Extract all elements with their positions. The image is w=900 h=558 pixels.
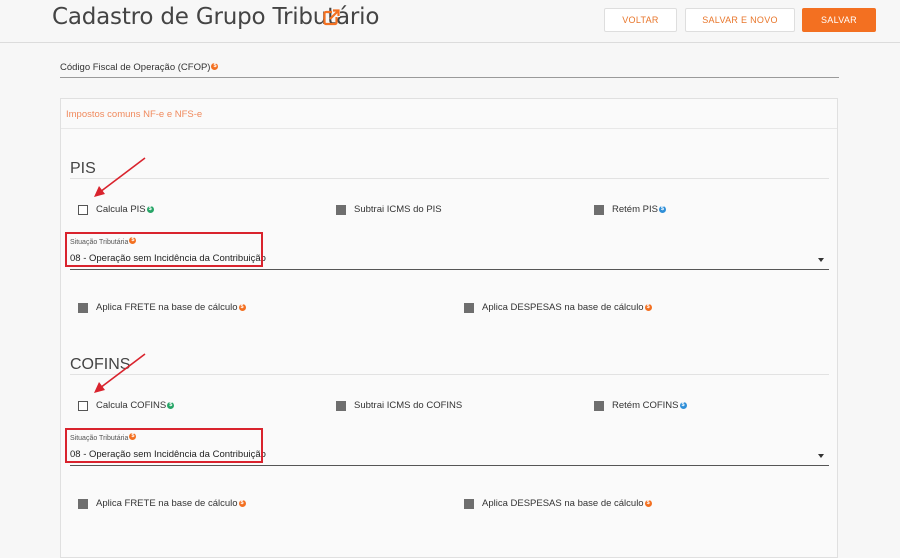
subtrai-icms-pis-label: Subtrai ICMS do PIS — [354, 204, 442, 215]
cfop-input[interactable] — [60, 77, 839, 78]
retem-pis-label: Retém PIS — [612, 204, 658, 215]
dollar-icon: $ — [238, 500, 246, 507]
calcula-cofins-label: Calcula COFINS — [96, 400, 167, 411]
salvar-button[interactable]: SALVAR — [802, 8, 876, 32]
cfop-label-text: Código Fiscal de Operação (CFOP) — [60, 62, 211, 73]
subtrai-icms-cofins-label: Subtrai ICMS do COFINS — [354, 400, 463, 411]
cofins-frete-label: Aplica FRETE na base de cálculo — [96, 498, 238, 509]
annotation-arrow-icon — [94, 157, 146, 197]
checkbox-checked-icon[interactable] — [78, 302, 88, 313]
checkbox-checked-icon[interactable] — [78, 498, 88, 509]
page-header: Cadastro de Grupo Tributário VOLTAR SALV… — [0, 0, 900, 43]
highlight-box-pis — [65, 232, 263, 267]
cofins-despesas-label: Aplica DESPESAS na base de cálculo — [482, 498, 644, 509]
retem-pis-checkbox[interactable]: Retém PIS $ — [594, 204, 666, 215]
checkbox-checked-icon[interactable] — [336, 400, 346, 411]
external-link-icon[interactable] — [323, 9, 340, 26]
annotation-arrow-icon — [94, 353, 146, 393]
cofins-divider — [70, 374, 829, 375]
retem-cofins-checkbox[interactable]: Retém COFINS $ — [594, 400, 687, 411]
subtrai-icms-cofins-checkbox[interactable]: Subtrai ICMS do COFINS — [336, 400, 462, 411]
pis-despesas-checkbox[interactable]: Aplica DESPESAS na base de cálculo $ — [464, 302, 652, 313]
pis-divider — [70, 178, 829, 179]
checkbox-checked-icon[interactable] — [336, 204, 346, 215]
cofins-situacao-underline — [70, 465, 829, 466]
taxes-panel-title: Impostos comuns NF-e e NFS-e — [66, 109, 203, 120]
pis-frete-checkbox[interactable]: Aplica FRETE na base de cálculo $ — [78, 302, 246, 313]
calcula-pis-checkbox[interactable]: Calcula PIS $ — [78, 204, 154, 215]
dollar-icon: $ — [644, 500, 652, 507]
dollar-icon: $ — [167, 402, 175, 409]
chevron-down-icon[interactable] — [818, 258, 824, 262]
pis-frete-label: Aplica FRETE na base de cálculo — [96, 302, 238, 313]
checkbox-checked-icon[interactable] — [464, 302, 474, 313]
checkbox-checked-icon[interactable] — [464, 498, 474, 509]
retem-cofins-label: Retém COFINS — [612, 400, 679, 411]
cofins-frete-checkbox[interactable]: Aplica FRETE na base de cálculo $ — [78, 498, 246, 509]
cfop-label: Código Fiscal de Operação (CFOP) $ — [60, 62, 219, 73]
checkbox-checked-icon[interactable] — [594, 400, 604, 411]
cfop-dollar-icon: $ — [211, 63, 219, 70]
dollar-icon: $ — [658, 206, 666, 213]
voltar-button[interactable]: VOLTAR — [604, 8, 677, 32]
checkbox-unchecked-icon[interactable] — [78, 204, 88, 215]
calcula-pis-label: Calcula PIS — [96, 204, 146, 215]
pis-despesas-label: Aplica DESPESAS na base de cálculo — [482, 302, 644, 313]
checkbox-unchecked-icon[interactable] — [78, 400, 88, 411]
chevron-down-icon[interactable] — [818, 454, 824, 458]
pis-situacao-underline — [70, 269, 829, 270]
dollar-icon: $ — [238, 304, 246, 311]
taxes-panel — [60, 98, 838, 558]
highlight-box-cofins — [65, 428, 263, 463]
subtrai-icms-pis-checkbox[interactable]: Subtrai ICMS do PIS — [336, 204, 442, 215]
cofins-despesas-checkbox[interactable]: Aplica DESPESAS na base de cálculo $ — [464, 498, 652, 509]
checkbox-checked-icon[interactable] — [594, 204, 604, 215]
salvar-e-novo-button[interactable]: SALVAR E NOVO — [685, 8, 795, 32]
calcula-cofins-checkbox[interactable]: Calcula COFINS $ — [78, 400, 175, 411]
dollar-icon: $ — [146, 206, 154, 213]
dollar-icon: $ — [679, 402, 687, 409]
dollar-icon: $ — [644, 304, 652, 311]
